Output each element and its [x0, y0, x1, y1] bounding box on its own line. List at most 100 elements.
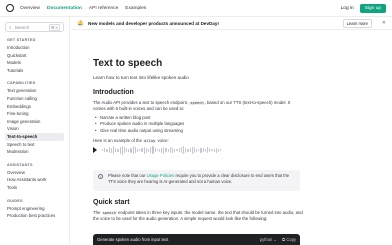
waveform-bar	[158, 148, 161, 152]
waveform-bar	[115, 148, 117, 152]
signup-button[interactable]: Sign up	[359, 3, 386, 13]
intro-heading: Introduction	[93, 89, 134, 96]
waveform-bar	[172, 147, 174, 153]
page-subtitle: Learn how to turn text into lifelike spo…	[93, 75, 189, 80]
quickstart-paragraph: The speech endpoint takes in three key i…	[93, 210, 303, 222]
sidebar-item-function-calling[interactable]: Function calling	[5, 95, 64, 103]
copy-button[interactable]: ⧉ Copy	[282, 237, 296, 242]
usage-policy-note: i Please note that our Usage Policies re…	[93, 170, 300, 191]
nav-overview[interactable]: Overview	[20, 6, 40, 11]
waveform-bar	[204, 148, 206, 152]
sidebar-item-assistants-overview[interactable]: Overview	[5, 169, 64, 177]
sidebar-item-production-best-practices[interactable]: Production best practices	[5, 212, 64, 220]
openai-logo-icon[interactable]	[6, 4, 14, 12]
nav-examples[interactable]: Examples	[125, 6, 146, 11]
waveform-bar	[123, 147, 126, 153]
quickstart-heading: Quick start	[93, 199, 130, 206]
quickstart-section: Quick start The speech endpoint takes in…	[93, 199, 303, 223]
waveform-bar	[112, 146, 115, 154]
top-navbar: Overview Documentation API reference Exa…	[0, 0, 392, 17]
waveform-bar	[102, 149, 104, 151]
audio-player[interactable]	[93, 145, 303, 155]
waveform-bar	[193, 147, 196, 153]
main-content: Text to speech Learn how to turn text in…	[93, 30, 303, 155]
waveform-bar	[180, 147, 182, 153]
code-block-title: Generate spoken audio from input text	[97, 237, 169, 242]
waveform-bar	[145, 147, 147, 153]
waveform-bar	[165, 148, 167, 152]
list-item: Narrate a written blog post	[93, 115, 303, 122]
waveform-bar	[202, 148, 204, 152]
waveform-bar	[167, 148, 169, 152]
sidebar-item-models[interactable]: Models	[5, 59, 64, 67]
language-select[interactable]: python ⌄	[260, 237, 277, 242]
waveform-bar	[187, 148, 189, 152]
sidebar-item-fine-tuning[interactable]: Fine-tuning	[5, 110, 64, 118]
section-guides: GUIDES	[7, 198, 23, 203]
search-input[interactable]: ⌕ Search ⌘ K	[5, 22, 64, 32]
waveform-bar	[104, 148, 106, 152]
waveform-bar	[182, 146, 185, 154]
login-link[interactable]: Log in	[341, 6, 354, 11]
sidebar-item-quickstart[interactable]: Quickstart	[5, 52, 64, 60]
waveform-bar	[150, 147, 152, 153]
waveform-bar	[185, 147, 187, 153]
waveform-bar	[163, 146, 165, 154]
sidebar-item-embeddings[interactable]: Embeddings	[5, 103, 64, 111]
page-title: Text to speech	[93, 58, 163, 69]
waveform-bar	[152, 146, 154, 154]
waveform-bar	[126, 148, 128, 152]
learn-more-button[interactable]: Learn more	[342, 18, 372, 28]
waveform-bar	[220, 149, 222, 151]
sidebar: ⌕ Search ⌘ K GET STARTED Introduction Qu…	[0, 17, 70, 245]
waveform-bar	[176, 149, 178, 151]
sidebar-item-tools[interactable]: Tools	[5, 184, 64, 192]
waveform-bar	[143, 146, 145, 154]
sidebar-item-how-assistants-work[interactable]: How Assistants work	[5, 176, 64, 184]
section-get-started: GET STARTED	[7, 38, 36, 42]
sidebar-item-vision[interactable]: Vision	[5, 125, 64, 133]
sidebar-item-image-generation[interactable]: Image generation	[5, 118, 64, 126]
waveform-bar	[207, 147, 209, 153]
waveform-bar	[211, 149, 213, 151]
nav-api-reference[interactable]: API reference	[89, 6, 118, 11]
use-case-list: Narrate a written blog post Produce spok…	[93, 115, 303, 135]
waveform-bar	[121, 145, 123, 155]
waveform-bar	[134, 147, 136, 153]
example-line: Here is an example of the alloy voice:	[93, 137, 169, 143]
sidebar-item-text-generation[interactable]: Text generation	[5, 87, 64, 95]
section-assistants: ASSISTANTS	[7, 162, 33, 167]
code-block-header: Generate spoken audio from input text py…	[93, 234, 300, 245]
intro-paragraph: The Audio API provides a text to speech …	[93, 100, 291, 112]
sidebar-item-moderation[interactable]: Moderation	[5, 148, 64, 156]
waveform-bar	[213, 148, 215, 152]
waveform-bar	[137, 148, 139, 152]
sidebar-item-introduction[interactable]: Introduction	[5, 44, 64, 52]
inline-code-speech-2: speech	[101, 211, 117, 215]
waveform[interactable]	[102, 145, 222, 155]
waveform-bar	[200, 147, 202, 153]
waveform-bar	[189, 148, 191, 152]
play-icon[interactable]	[93, 147, 97, 153]
main-nav: Overview Documentation API reference Exa…	[20, 6, 146, 11]
nav-documentation[interactable]: Documentation	[47, 6, 82, 11]
inline-code-alloy: alloy	[143, 138, 157, 143]
waveform-bar	[191, 146, 193, 154]
sidebar-item-prompt-engineering[interactable]: Prompt engineering	[5, 205, 64, 213]
waveform-bar	[178, 148, 180, 152]
sidebar-item-speech-to-text[interactable]: Speech to text	[5, 141, 64, 149]
announcement-banner: 🔔 New models and developer products anno…	[71, 17, 392, 30]
search-icon: ⌕	[9, 24, 12, 30]
waveform-bar	[108, 147, 110, 153]
waveform-bar	[106, 148, 108, 152]
sidebar-item-text-to-speech[interactable]: Text-to-speech	[5, 132, 64, 141]
note-text: Please note that our Usage Policies requ…	[108, 173, 290, 185]
bell-icon: 🔔	[77, 19, 84, 27]
sidebar-item-tutorials[interactable]: Tutorials	[5, 67, 64, 75]
waveform-bar	[161, 147, 163, 153]
waveform-bar	[110, 147, 112, 153]
section-capabilities: CAPABILITIES	[7, 81, 36, 86]
usage-policies-link[interactable]: Usage Policies	[147, 173, 175, 178]
waveform-bar	[147, 148, 150, 152]
close-icon[interactable]: ✕	[382, 20, 386, 26]
